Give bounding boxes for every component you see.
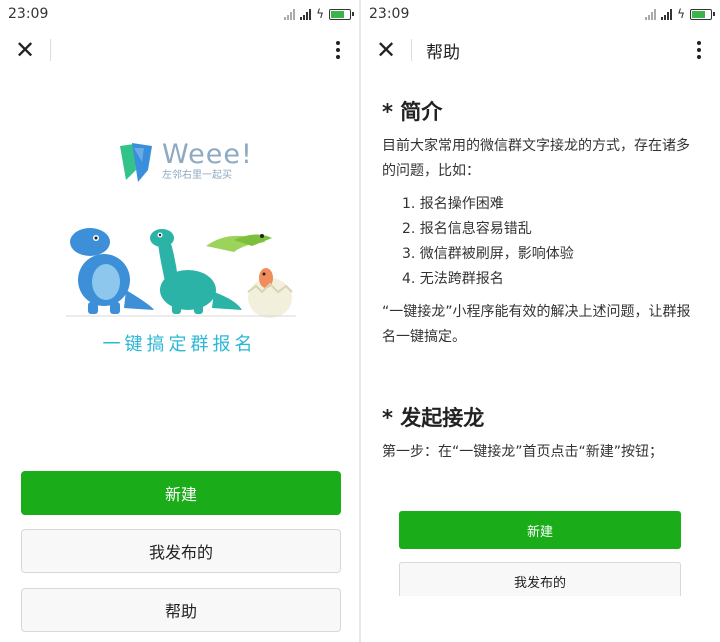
more-menu-icon[interactable] bbox=[323, 28, 353, 72]
brand-wordmark: Weee! bbox=[162, 139, 253, 170]
new-button[interactable]: 新建 bbox=[21, 471, 341, 515]
status-icons: ϟ bbox=[645, 7, 715, 21]
list-item: 1. 报名操作困难 bbox=[402, 196, 504, 212]
charging-icon: ϟ bbox=[316, 7, 324, 21]
close-icon[interactable]: ✕ bbox=[361, 28, 411, 72]
status-time: 23:09 bbox=[369, 6, 410, 22]
brand-tagline: 左邻右里一起买 bbox=[162, 170, 232, 181]
nav-divider bbox=[50, 39, 51, 61]
nav-bar: ✕ 帮助 bbox=[361, 28, 720, 72]
screenshot-preview: 新建 我发布的 bbox=[361, 486, 720, 596]
step-one-text: 第一步：在“一键接龙”首页点击“新建”按钮； bbox=[382, 444, 664, 460]
signal-icon bbox=[661, 8, 673, 20]
preview-new-button: 新建 bbox=[399, 511, 681, 549]
list-item: 3. 微信群被刷屏，影响体验 bbox=[402, 246, 574, 262]
charging-icon: ϟ bbox=[677, 7, 685, 21]
status-bar: 23:09 ϟ bbox=[361, 0, 720, 28]
brand-logo: Weee! 左邻右里一起买 bbox=[116, 140, 253, 184]
help-content: * 简介 目前大家常用的微信群文字接龙的方式，存在诸多的问题，比如： 1. 报名… bbox=[382, 96, 700, 465]
battery-icon bbox=[690, 8, 715, 20]
preview-published-button: 我发布的 bbox=[399, 562, 681, 596]
page-title: 帮助 bbox=[426, 42, 460, 63]
nav-divider bbox=[411, 39, 412, 61]
status-time: 23:09 bbox=[8, 6, 49, 22]
solution-paragraph: “一键接龙”小程序能有效的解决上述问题，让群报名一键搞定。 bbox=[382, 304, 691, 345]
home-screen: 23:09 ϟ ✕ Weee! 左邻右里一起买 一键搞定群报名 新建 我发布的 … bbox=[0, 0, 359, 642]
list-item: 4. 无法跨群报名 bbox=[402, 271, 504, 287]
signal-icon bbox=[300, 8, 312, 20]
leaf-logo-icon bbox=[120, 143, 152, 182]
problem-list: 1. 报名操作困难 2. 报名信息容易错乱 3. 微信群被刷屏，影响体验 4. … bbox=[402, 192, 700, 292]
blue-dino-icon bbox=[70, 228, 154, 314]
status-icons: ϟ bbox=[284, 7, 354, 21]
signal-icon bbox=[284, 8, 296, 20]
help-button[interactable]: 帮助 bbox=[21, 588, 341, 632]
battery-icon bbox=[329, 8, 354, 20]
egg-icon bbox=[247, 268, 293, 318]
intro-heading: * 简介 bbox=[382, 100, 443, 124]
close-icon[interactable]: ✕ bbox=[0, 28, 50, 72]
signal-icon bbox=[645, 8, 657, 20]
list-item: 2. 报名信息容易错乱 bbox=[402, 221, 532, 237]
help-screen: 23:09 ϟ ✕ 帮助 * 简介 目前大家常用的微信群文字接龙的方式，存在诸多… bbox=[361, 0, 720, 642]
pterodactyl-icon bbox=[206, 234, 272, 252]
start-heading: * 发起接龙 bbox=[382, 406, 485, 430]
dinosaur-illustration bbox=[66, 228, 296, 318]
my-published-button[interactable]: 我发布的 bbox=[21, 529, 341, 573]
slogan: 一键搞定群报名 bbox=[102, 334, 257, 355]
nav-bar: ✕ bbox=[0, 28, 359, 72]
intro-paragraph: 目前大家常用的微信群文字接龙的方式，存在诸多的问题，比如： bbox=[382, 138, 690, 179]
more-menu-icon[interactable] bbox=[684, 28, 714, 72]
status-bar: 23:09 ϟ bbox=[0, 0, 359, 28]
